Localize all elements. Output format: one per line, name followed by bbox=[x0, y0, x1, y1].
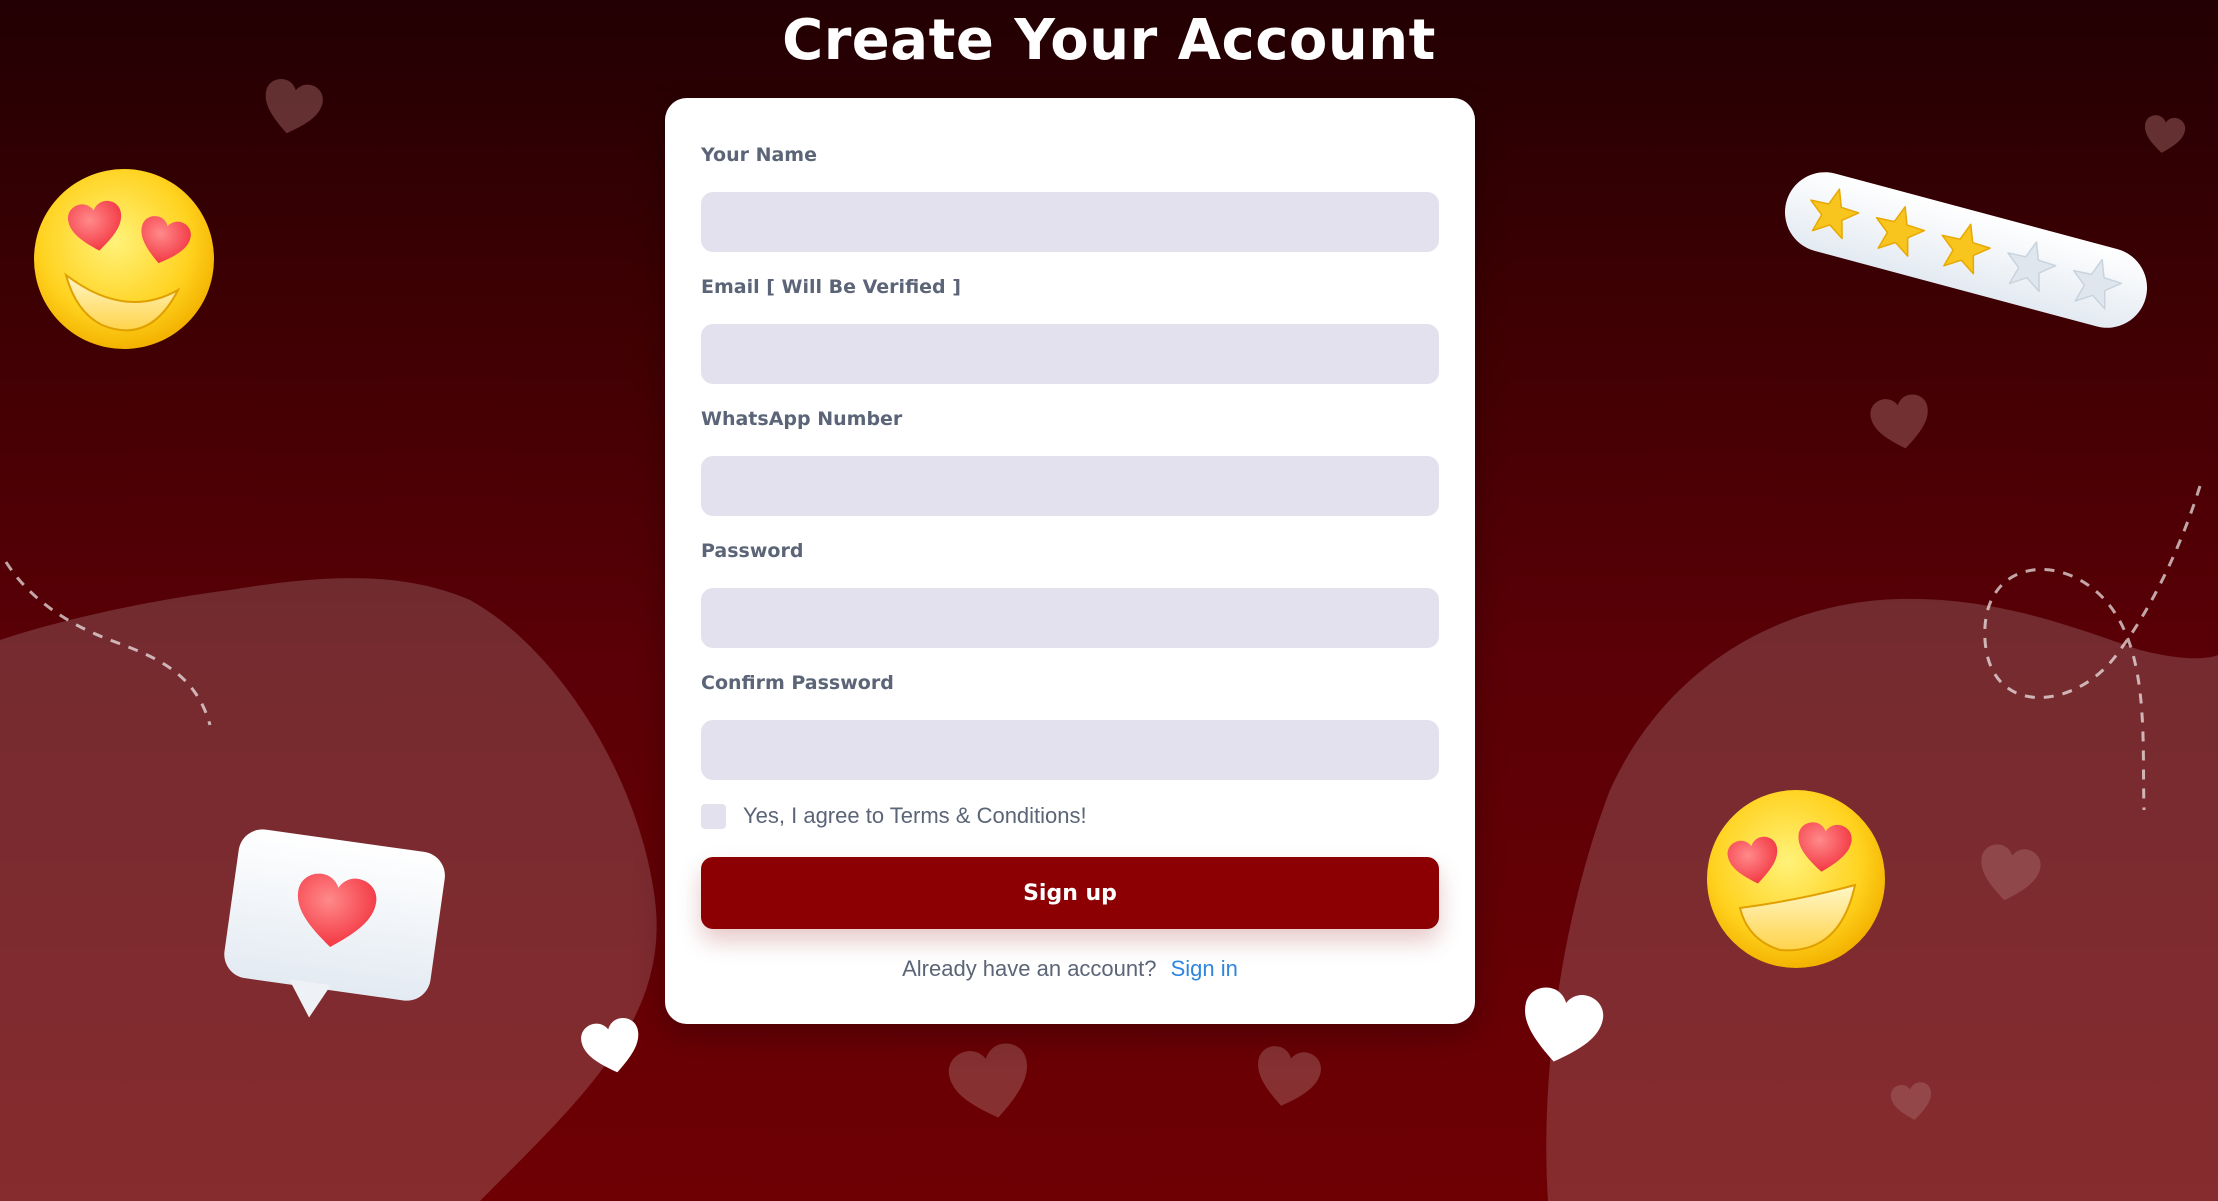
signin-row: Already have an account? Sign in bbox=[665, 956, 1475, 982]
email-input[interactable] bbox=[701, 324, 1439, 384]
password-field-group: Password bbox=[701, 538, 1439, 648]
name-label: Your Name bbox=[701, 144, 817, 166]
heart-icon bbox=[1868, 392, 1934, 454]
signup-form-card: Your Name Email [ Will Be Verified ] Wha… bbox=[665, 98, 1475, 1024]
email-label: Email [ Will Be Verified ] bbox=[701, 276, 961, 298]
name-input[interactable] bbox=[701, 192, 1439, 252]
heart-icon bbox=[2141, 113, 2187, 156]
name-field-group: Your Name bbox=[701, 142, 1439, 252]
heart-icon bbox=[944, 1039, 1037, 1126]
confirm-password-field-group: Confirm Password bbox=[701, 670, 1439, 780]
whatsapp-input[interactable] bbox=[701, 456, 1439, 516]
password-input[interactable] bbox=[701, 588, 1439, 648]
whatsapp-label: WhatsApp Number bbox=[701, 408, 903, 430]
email-field-group: Email [ Will Be Verified ] bbox=[701, 274, 1439, 384]
whatsapp-field-group: WhatsApp Number bbox=[701, 406, 1439, 516]
heart-icon bbox=[258, 76, 326, 140]
page-title: Create Your Account bbox=[782, 8, 1436, 73]
signup-button[interactable]: Sign up bbox=[701, 857, 1439, 929]
signin-link[interactable]: Sign in bbox=[1171, 956, 1238, 981]
terms-label[interactable]: Yes, I agree to Terms & Conditions! bbox=[743, 803, 1087, 829]
confirm-password-input[interactable] bbox=[701, 720, 1439, 780]
confirm-password-label: Confirm Password bbox=[701, 672, 894, 694]
heart-eyes-emoji-icon bbox=[34, 169, 214, 349]
password-label: Password bbox=[701, 540, 804, 562]
terms-row: Yes, I agree to Terms & Conditions! bbox=[701, 802, 1087, 830]
heart-eyes-emoji-icon bbox=[1707, 790, 1885, 968]
heart-icon bbox=[1250, 1043, 1325, 1113]
terms-checkbox[interactable] bbox=[701, 803, 726, 829]
signin-prompt: Already have an account? bbox=[902, 956, 1157, 981]
star-rating-icon bbox=[1784, 172, 2148, 328]
